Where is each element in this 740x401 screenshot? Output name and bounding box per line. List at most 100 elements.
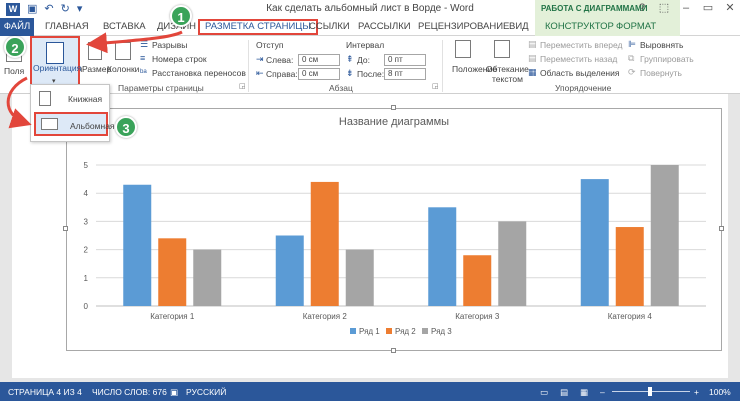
spacing-after-label: После: <box>357 69 385 79</box>
bar[interactable] <box>275 235 304 307</box>
breaks-icon: ☰ <box>140 39 149 49</box>
spacing-before-label: До: <box>357 55 370 65</box>
page-setup-launcher-icon[interactable]: ◲ <box>239 82 246 90</box>
tab-insert[interactable]: ВСТАВКА <box>103 21 146 32</box>
selection-pane-button[interactable]: Область выделения <box>540 68 619 78</box>
bar[interactable] <box>580 179 609 306</box>
rotate-icon: ⟳ <box>628 67 636 77</box>
paragraph-launcher-icon[interactable]: ◲ <box>432 82 439 90</box>
separator <box>442 40 443 92</box>
indent-header: Отступ <box>256 40 284 50</box>
status-page[interactable]: СТРАНИЦА 4 ИЗ 4 <box>8 387 82 397</box>
bar[interactable] <box>345 249 374 306</box>
restore-icon[interactable]: ▭ <box>702 1 714 15</box>
y-tick-label: 0 <box>84 302 89 311</box>
spacing-before-field[interactable]: 0 пт <box>384 54 426 66</box>
x-tick-label: Категория 3 <box>455 312 500 321</box>
ribbon-options-icon[interactable]: ⬚ <box>658 1 670 15</box>
window-buttons: ? ⬚ – ▭ ✕ <box>636 1 736 15</box>
tab-file[interactable]: ФАЙЛ <box>0 18 34 36</box>
bar[interactable] <box>123 184 152 306</box>
breaks-button[interactable]: Разрывы <box>152 40 187 50</box>
undo-icon[interactable]: ↶ <box>44 2 53 16</box>
y-tick-label: 3 <box>84 217 89 226</box>
legend-swatch <box>350 328 356 334</box>
step-marker-2: 2 <box>4 36 26 58</box>
bring-forward-button[interactable]: Переместить вперед <box>540 40 623 50</box>
bar[interactable] <box>158 238 187 306</box>
zoom-slider-thumb[interactable] <box>648 387 652 396</box>
read-mode-icon[interactable]: ▭ <box>540 387 548 398</box>
landscape-icon <box>41 118 58 130</box>
tab-constructor[interactable]: КОНСТРУКТОР <box>545 21 614 32</box>
spacing-before-icon: ⇞ <box>346 54 354 64</box>
indent-left-field[interactable]: 0 см <box>298 54 340 66</box>
portrait-icon <box>39 91 51 106</box>
rotate-button[interactable]: Повернуть <box>640 68 682 78</box>
step-marker-3: 3 <box>115 116 137 138</box>
tab-home[interactable]: ГЛАВНАЯ <box>45 21 89 32</box>
close-icon[interactable]: ✕ <box>724 1 736 15</box>
y-tick-label: 4 <box>84 189 89 198</box>
group-button[interactable]: Группировать <box>640 54 694 64</box>
orientation-portrait-item[interactable]: Книжная <box>34 87 108 111</box>
line-numbers-button[interactable]: Номера строк <box>152 54 207 64</box>
proofing-icon[interactable]: ▣ <box>170 387 178 398</box>
print-layout-icon[interactable]: ▤ <box>560 387 568 398</box>
zoom-in-icon[interactable]: + <box>694 387 699 397</box>
size-icon[interactable] <box>88 42 102 60</box>
position-icon[interactable] <box>455 40 471 58</box>
help-icon[interactable]: ? <box>636 1 648 15</box>
legend-label: Ряд 2 <box>395 327 416 336</box>
tab-layout[interactable]: РАЗМЕТКА СТРАНИЦЫ <box>198 19 318 35</box>
tab-review[interactable]: РЕЦЕНЗИРОВАНИЕ <box>418 21 509 32</box>
wrap-text-button-line2[interactable]: текстом <box>492 74 523 84</box>
columns-icon[interactable] <box>115 42 131 60</box>
line-numbers-icon: ≡ <box>140 53 146 63</box>
redo-icon[interactable]: ↻ <box>61 2 70 16</box>
x-tick-label: Категория 4 <box>608 312 653 321</box>
status-language[interactable]: РУССКИЙ <box>186 387 226 397</box>
x-tick-label: Категория 2 <box>303 312 348 321</box>
send-backward-button[interactable]: Переместить назад <box>540 54 617 64</box>
status-zoom[interactable]: 100% <box>709 387 731 397</box>
bar[interactable] <box>463 255 492 306</box>
orientation-icon <box>46 42 64 64</box>
bar[interactable] <box>310 181 339 306</box>
orientation-landscape-item[interactable]: Альбомная <box>34 112 115 136</box>
portrait-label: Книжная <box>68 94 103 104</box>
orientation-button-label[interactable]: Ориентация <box>33 63 81 73</box>
zoom-out-icon[interactable]: – <box>600 387 605 397</box>
align-button[interactable]: Выровнять <box>640 40 683 50</box>
bar[interactable] <box>650 165 679 306</box>
tab-view[interactable]: ВИД <box>509 21 529 32</box>
tab-format[interactable]: ФОРМАТ <box>616 21 656 32</box>
bar[interactable] <box>615 227 644 306</box>
word-logo-icon[interactable]: W <box>6 2 20 16</box>
spacing-after-field[interactable]: 8 пт <box>384 68 426 80</box>
save-icon[interactable]: ▣ <box>27 2 37 16</box>
columns-button[interactable]: Колонки <box>107 64 139 74</box>
ribbon-tabs: ФАЙЛ ГЛАВНАЯ ВСТАВКА ДИЗАЙН РАЗМЕТКА СТР… <box>0 18 740 36</box>
context-title: РАБОТА С ДИАГРАММАМИ <box>541 4 648 13</box>
bar[interactable] <box>498 221 527 306</box>
tab-references[interactable]: ССЫЛКИ <box>309 21 350 32</box>
bar-chart[interactable]: 0 1 2 3 4 5 Категория 1 Категория 2 Категория 3 К… <box>66 108 722 351</box>
wrap-text-button[interactable]: Обтекание <box>486 64 529 74</box>
bar[interactable] <box>193 249 222 306</box>
fields-button[interactable]: Поля <box>4 66 24 76</box>
minimize-icon[interactable]: – <box>680 1 692 15</box>
indent-right-icon: ⇤ <box>256 68 264 78</box>
web-layout-icon[interactable]: ▦ <box>580 387 588 398</box>
indent-right-field[interactable]: 0 см <box>298 68 340 80</box>
bar[interactable] <box>428 207 457 306</box>
paragraph-group-label: Абзац <box>329 83 353 93</box>
status-words[interactable]: ЧИСЛО СЛОВ: 676 <box>92 387 167 397</box>
customize-icon[interactable]: ▾ <box>77 2 83 16</box>
wrap-text-icon[interactable] <box>494 40 510 58</box>
separator <box>248 40 249 92</box>
hyphenation-button[interactable]: Расстановка переносов <box>152 68 246 78</box>
tab-mailings[interactable]: РАССЫЛКИ <box>358 21 411 32</box>
page-setup-group-label: Параметры страницы <box>118 83 204 93</box>
arrange-group-label: Упорядочение <box>555 83 612 93</box>
